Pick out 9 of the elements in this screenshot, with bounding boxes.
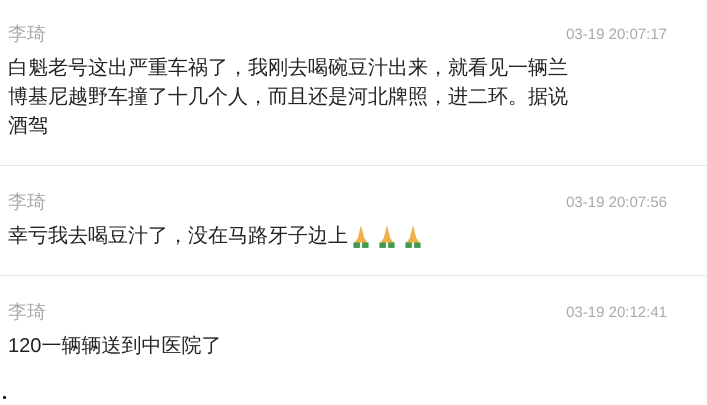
comment-time: 03-19 20:07:56	[566, 192, 667, 213]
comment-time: 03-19 20:12:41	[566, 302, 667, 323]
author-name: 李琦	[8, 300, 46, 325]
author-name: 李琦	[8, 22, 46, 47]
comment-time: 03-19 20:07:17	[566, 24, 667, 45]
author-name: 李琦	[8, 190, 46, 215]
comment-text: 幸亏我去喝豆汁了，没在马路牙子边上	[8, 224, 348, 249]
comment-text: 120一辆辆送到中医院了	[8, 334, 222, 359]
comment-text: 白魁老号这出严重车祸了，我刚去喝碗豆汁出来，就看见一辆兰博基尼越野车撞了十几个人，而且还是河北牌照，进二环。据说酒驾	[8, 56, 569, 139]
